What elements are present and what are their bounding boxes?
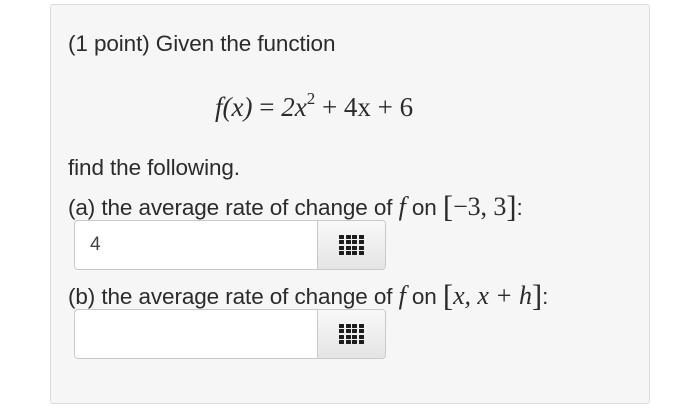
answer-a-box bbox=[74, 220, 386, 270]
part-b-open-bracket: [ bbox=[442, 278, 454, 313]
find-following-text: find the following. bbox=[68, 155, 240, 180]
problem-card: (1 point) Given the function f(x) = 2x2 … bbox=[50, 4, 650, 404]
part-b-function: f bbox=[398, 281, 406, 310]
part-b-on: on bbox=[411, 284, 437, 309]
formula-lhs: f(x) bbox=[215, 92, 253, 122]
part-a-suffix: : bbox=[516, 195, 523, 220]
part-a-prefix: (a) the average rate of change of bbox=[68, 195, 393, 220]
problem-intro: (1 point) Given the function bbox=[68, 31, 336, 56]
part-b-prefix: (b) the average rate of change of bbox=[68, 284, 393, 309]
part-b-interval: x, x + h bbox=[453, 281, 532, 310]
part-a-open-bracket: [ bbox=[442, 189, 454, 224]
grid-icon bbox=[339, 234, 364, 256]
formula-equals: = bbox=[259, 92, 275, 122]
part-a-on: on bbox=[411, 195, 437, 220]
part-b-suffix: : bbox=[542, 284, 549, 309]
answer-b-box bbox=[74, 309, 386, 359]
part-a-close-bracket: ] bbox=[506, 189, 517, 224]
answer-b-palette-button[interactable] bbox=[317, 310, 385, 358]
function-formula: f(x) = 2x2 + 4x + 6 bbox=[215, 89, 413, 123]
formula-rest: + 4x + 6 bbox=[321, 92, 414, 122]
part-a-interval: −3, 3 bbox=[453, 192, 507, 221]
part-a-function: f bbox=[398, 192, 406, 221]
grid-icon bbox=[339, 323, 364, 345]
answer-b-input[interactable] bbox=[75, 310, 318, 358]
formula-exponent: 2 bbox=[306, 89, 316, 108]
part-b-close-bracket: ] bbox=[531, 278, 543, 313]
answer-a-palette-button[interactable] bbox=[317, 221, 385, 269]
answer-a-input[interactable] bbox=[75, 221, 318, 269]
formula-term1: 2x bbox=[281, 92, 307, 122]
